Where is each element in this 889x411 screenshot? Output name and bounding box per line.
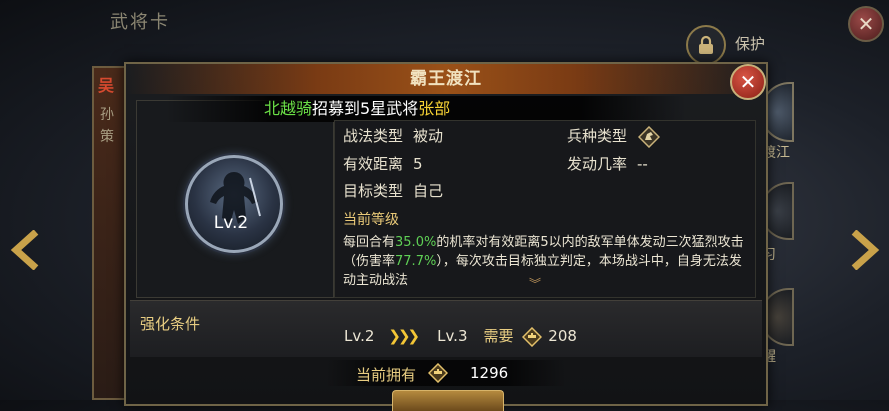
upgrade-cost: 208 <box>548 327 577 345</box>
lock-icon-glyph <box>699 35 713 54</box>
upgrade-label: 强化条件 <box>140 315 201 333</box>
tactic-type-row: 战法类型 被动 <box>343 125 443 146</box>
tactic-type-value: 被动 <box>413 127 444 145</box>
card-name: 孙策 <box>100 107 114 145</box>
troop-type-label: 兵种类型 <box>567 127 628 145</box>
screen-close-button[interactable]: ✕ <box>848 6 884 42</box>
upgrade-section: 强化条件 Lv.2 ❯❯❯ Lv.3 需要 208 <box>130 300 762 357</box>
close-icon: ✕ <box>739 70 757 94</box>
tactic-type-label: 战法类型 <box>343 127 404 145</box>
skill-icon: Lv.2 <box>181 151 283 253</box>
owned-value: 1296 <box>470 364 509 382</box>
need-label: 需要 <box>483 327 514 345</box>
trigger-chance: 35.0% <box>395 235 437 250</box>
trigger-rate-label: 发动几率 <box>567 155 628 173</box>
owned-points: 当前拥有 1296 <box>326 360 566 386</box>
skill-emblem-icon <box>185 155 283 253</box>
range-row: 有效距离 5 <box>343 153 423 174</box>
dialog-title: 霸王渡江 <box>410 69 482 89</box>
cavalry-icon <box>637 125 660 148</box>
skill-description[interactable]: 当前等级 每回合有35.0%的机率对有效距离5以内的敌军单体发动三次猛烈攻击（伤… <box>343 209 747 291</box>
notice-player: 北越骑 <box>264 99 313 118</box>
to-level: Lv.3 <box>437 327 468 345</box>
target-type-value: 自己 <box>413 182 444 200</box>
description-heading: 当前等级 <box>343 212 399 228</box>
upgrade-button[interactable] <box>392 390 504 411</box>
skill-detail-dialog: 霸王渡江 ✕ Lv.2 北越骑招募到5星武将张部 战法类型 被动 兵种类型 有效… <box>124 62 768 411</box>
range-value: 5 <box>413 155 423 173</box>
range-label: 有效距离 <box>343 155 404 173</box>
tactic-point-icon <box>522 326 543 347</box>
tactic-point-icon <box>428 363 448 383</box>
trigger-rate-value: -- <box>637 155 648 173</box>
skill-icon-panel: Lv.2 <box>136 100 334 298</box>
dialog-title-bar: 霸王渡江 <box>126 64 766 94</box>
protect-label: 保护 <box>735 35 766 53</box>
description-body: 每回合有35.0%的机率对有效距离5以内的敌军单体发动三次猛烈攻击（伤害率77.… <box>343 233 747 290</box>
triple-chevron-icon: ❯❯❯ <box>388 327 420 345</box>
lock-icon[interactable] <box>686 25 726 65</box>
troop-type-row: 兵种类型 <box>567 125 660 148</box>
skill-level: Lv.2 <box>213 213 249 233</box>
previous-arrow-icon[interactable] <box>8 230 44 270</box>
damage-rate: 77.7% <box>395 254 437 269</box>
upgrade-requirement: Lv.2 ❯❯❯ Lv.3 需要 208 <box>344 325 577 347</box>
target-type-row: 目标类型 自己 <box>343 180 443 201</box>
screen-title: 武将卡 <box>110 12 170 33</box>
next-arrow-icon[interactable] <box>846 230 882 270</box>
warrior-silhouette-icon <box>210 172 261 224</box>
owned-label: 当前拥有 <box>356 366 417 384</box>
dialog-close-button[interactable]: ✕ <box>730 64 766 100</box>
scroll-down-icon[interactable]: ︾ <box>529 275 541 292</box>
target-type-label: 目标类型 <box>343 182 404 200</box>
recruit-notice: 北越骑招募到5星武将张部 <box>166 96 686 122</box>
close-icon: ✕ <box>857 12 875 36</box>
from-level: Lv.2 <box>344 327 375 345</box>
general-card[interactable]: 吴 孙策 <box>92 66 128 400</box>
card-faction: 吴 <box>98 76 115 95</box>
trigger-rate-row: 发动几率 -- <box>567 153 648 174</box>
skill-info-panel: 战法类型 被动 兵种类型 有效距离 5 发动几率 -- 目标类型 自己 当前等级 每回合… <box>334 120 756 298</box>
notice-general: 张部 <box>418 99 451 118</box>
description-segment: 每回合有 <box>343 235 396 250</box>
notice-text: 招募到5星武将 <box>312 99 419 118</box>
